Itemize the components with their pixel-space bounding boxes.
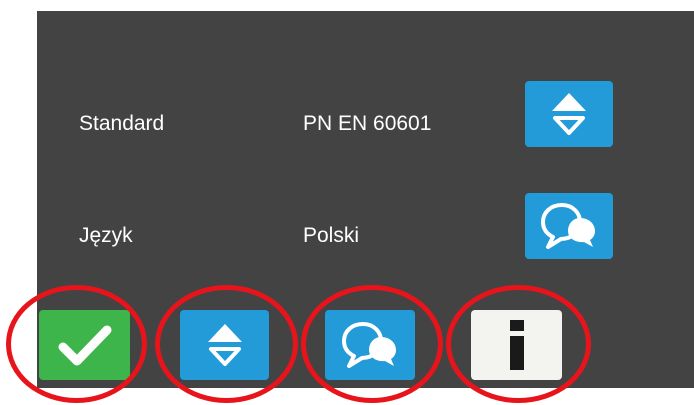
speech-bubbles-icon (342, 322, 396, 368)
toolbar-select-button[interactable] (180, 310, 269, 380)
language-label: Język (79, 224, 133, 247)
info-icon (509, 320, 524, 370)
checkmark-icon (58, 325, 111, 366)
standard-select-button[interactable] (525, 81, 613, 147)
speech-bubbles-icon (541, 203, 595, 249)
confirm-button[interactable] (39, 310, 130, 380)
up-down-arrows-icon (552, 93, 586, 135)
up-down-arrows-icon (207, 324, 242, 366)
standard-label: Standard (79, 112, 165, 135)
info-button[interactable] (471, 310, 562, 380)
standard-value: PN EN 60601 (303, 112, 432, 135)
language-select-button[interactable] (525, 193, 613, 259)
toolbar-language-button[interactable] (325, 310, 415, 380)
language-value: Polski (303, 224, 360, 247)
